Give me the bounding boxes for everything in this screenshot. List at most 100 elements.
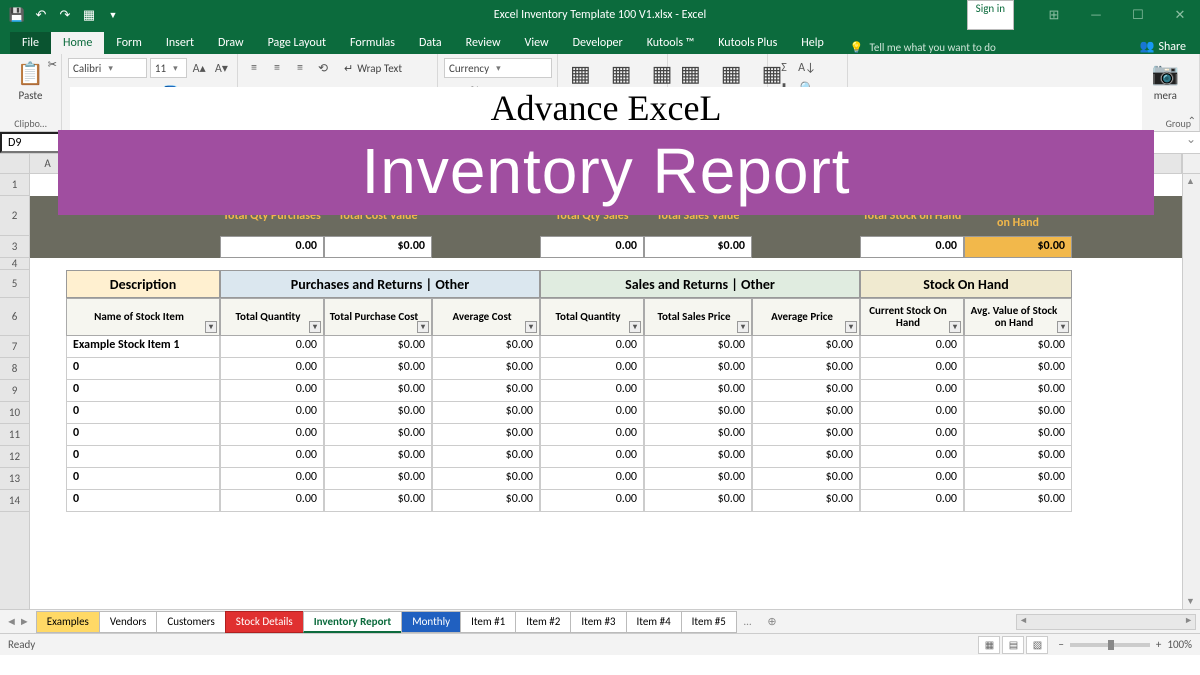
table-row[interactable]: 00.00$0.00$0.000.00$0.00$0.000.00$0.00 [30,424,1182,446]
cell-value[interactable]: $0.00 [752,490,860,512]
zoom-slider[interactable] [1070,643,1150,647]
cell-name[interactable]: 0 [66,424,220,446]
decrease-font-icon[interactable]: A▾ [212,58,231,78]
qat-more-icon[interactable]: ▦ [78,4,100,26]
hdr-total-purch-cost[interactable]: Total Purchase Cost▾ [324,298,432,336]
insert-cells-button[interactable]: ▦ [674,58,707,89]
cell-value[interactable]: $0.00 [752,402,860,424]
expand-formula-icon[interactable]: ⌄ [1182,132,1200,153]
tab-draw[interactable]: Draw [206,32,256,54]
cell-value[interactable]: $0.00 [324,468,432,490]
sheet-more-icon[interactable]: … [736,612,760,631]
font-size-combo[interactable]: 11▾ [150,58,187,78]
cell-value[interactable]: $0.00 [752,468,860,490]
hdr-avg-price[interactable]: Average Price▾ [752,298,860,336]
sheet-nav-last-icon[interactable]: ► [19,615,30,628]
cell-name[interactable]: 0 [66,446,220,468]
tab-review[interactable]: Review [454,32,513,54]
cell-value[interactable]: 0.00 [220,402,324,424]
cell-value[interactable]: 0.00 [860,358,964,380]
cell-value[interactable]: $0.00 [964,490,1072,512]
cell-value[interactable]: $0.00 [324,490,432,512]
cell-value[interactable]: $0.00 [324,358,432,380]
cell-value[interactable]: $0.00 [964,446,1072,468]
view-normal-icon[interactable]: ▦ [978,636,1000,654]
cell-name[interactable]: Example Stock Item 1 [66,336,220,358]
row-14[interactable]: 14 [0,490,29,512]
cell-value[interactable]: 0.00 [540,468,644,490]
tab-developer[interactable]: Developer [561,32,635,54]
cell-value[interactable]: $0.00 [644,380,752,402]
cell-name[interactable]: 0 [66,468,220,490]
cell-value[interactable]: $0.00 [644,490,752,512]
cell-value[interactable]: 0.00 [540,358,644,380]
filter-icon[interactable]: ▾ [949,321,961,333]
sheet-tab[interactable]: Inventory Report [303,611,403,633]
tab-view[interactable]: View [513,32,561,54]
tab-file[interactable]: File [10,32,51,54]
sheet-tab[interactable]: Customers [156,611,225,633]
cell-value[interactable]: $0.00 [644,358,752,380]
cell-value[interactable]: $0.00 [324,336,432,358]
row-3[interactable]: 3 [0,236,29,258]
delete-cells-button[interactable]: ▦ [715,58,748,89]
cell-value[interactable]: 0.00 [220,424,324,446]
cell-value[interactable]: $0.00 [432,424,540,446]
font-name-combo[interactable]: Calibri▾ [68,58,147,78]
tell-me[interactable]: 💡Tell me what you want to do [850,41,996,54]
cell-value[interactable]: $0.00 [432,402,540,424]
cell-value[interactable]: $0.00 [752,424,860,446]
ribbon-options-icon[interactable]: ⊞ [1034,0,1074,30]
cell-value[interactable]: 0.00 [860,446,964,468]
share-button[interactable]: 👥Share [1139,39,1186,54]
view-break-icon[interactable]: ▧ [1026,636,1048,654]
format-table-button[interactable]: ▦ [605,58,638,89]
vertical-scrollbar[interactable] [1182,174,1200,609]
filter-icon[interactable]: ▾ [417,321,429,333]
filter-icon[interactable]: ▾ [1057,321,1069,333]
cell-name[interactable]: 0 [66,358,220,380]
hdr-curr-stock[interactable]: Current Stock On Hand▾ [860,298,964,336]
hdr-total-sales-price[interactable]: Total Sales Price▾ [644,298,752,336]
cell-value[interactable]: 0.00 [860,468,964,490]
cell-name[interactable]: 0 [66,402,220,424]
cell-value[interactable]: $0.00 [432,468,540,490]
cell-value[interactable]: 0.00 [220,336,324,358]
cells-area[interactable]: Advance ExceL Inventory Report All the i… [30,174,1182,609]
cell-value[interactable]: 0.00 [220,468,324,490]
sheet-tab[interactable]: Stock Details [225,611,304,633]
cell-value[interactable]: $0.00 [752,358,860,380]
align-top-icon[interactable]: ≡ [244,58,264,78]
tab-kutools-plus[interactable]: Kutools Plus [706,32,789,54]
cell-value[interactable]: 0.00 [220,446,324,468]
cell-value[interactable]: 0.00 [540,336,644,358]
cell-value[interactable]: 0.00 [860,380,964,402]
cell-value[interactable]: $0.00 [964,402,1072,424]
table-row[interactable]: 00.00$0.00$0.000.00$0.00$0.000.00$0.00 [30,490,1182,512]
hdr-avg-cost[interactable]: Average Cost▾ [432,298,540,336]
close-icon[interactable]: ✕ [1160,0,1200,30]
undo-icon[interactable]: ↶ [30,4,52,26]
cell-value[interactable]: $0.00 [752,380,860,402]
conditional-formatting-button[interactable]: ▦ [564,58,597,89]
filter-icon[interactable]: ▾ [845,321,857,333]
wrap-text-button[interactable]: ↵Wrap Text [344,62,402,75]
cut-icon[interactable]: ✂ [48,58,57,71]
table-row[interactable]: 00.00$0.00$0.000.00$0.00$0.000.00$0.00 [30,358,1182,380]
scroll-up-icon[interactable] [1182,154,1200,173]
view-layout-icon[interactable]: ▤ [1002,636,1024,654]
cell-value[interactable]: $0.00 [432,336,540,358]
number-format-combo[interactable]: Currency▾ [444,58,552,78]
cell-value[interactable]: $0.00 [752,446,860,468]
cell-value[interactable]: 0.00 [860,402,964,424]
cell-value[interactable]: 0.00 [540,424,644,446]
redo-icon[interactable]: ↷ [54,4,76,26]
cell-value[interactable]: 0.00 [860,336,964,358]
cell-name[interactable]: 0 [66,380,220,402]
tab-kutools[interactable]: Kutools ™ [635,32,707,54]
cell-value[interactable]: 0.00 [220,358,324,380]
filter-icon[interactable]: ▾ [205,321,217,333]
zoom-in-icon[interactable]: + [1156,638,1161,651]
orientation-icon[interactable]: ⟲ [313,58,333,78]
cell-value[interactable]: $0.00 [644,336,752,358]
